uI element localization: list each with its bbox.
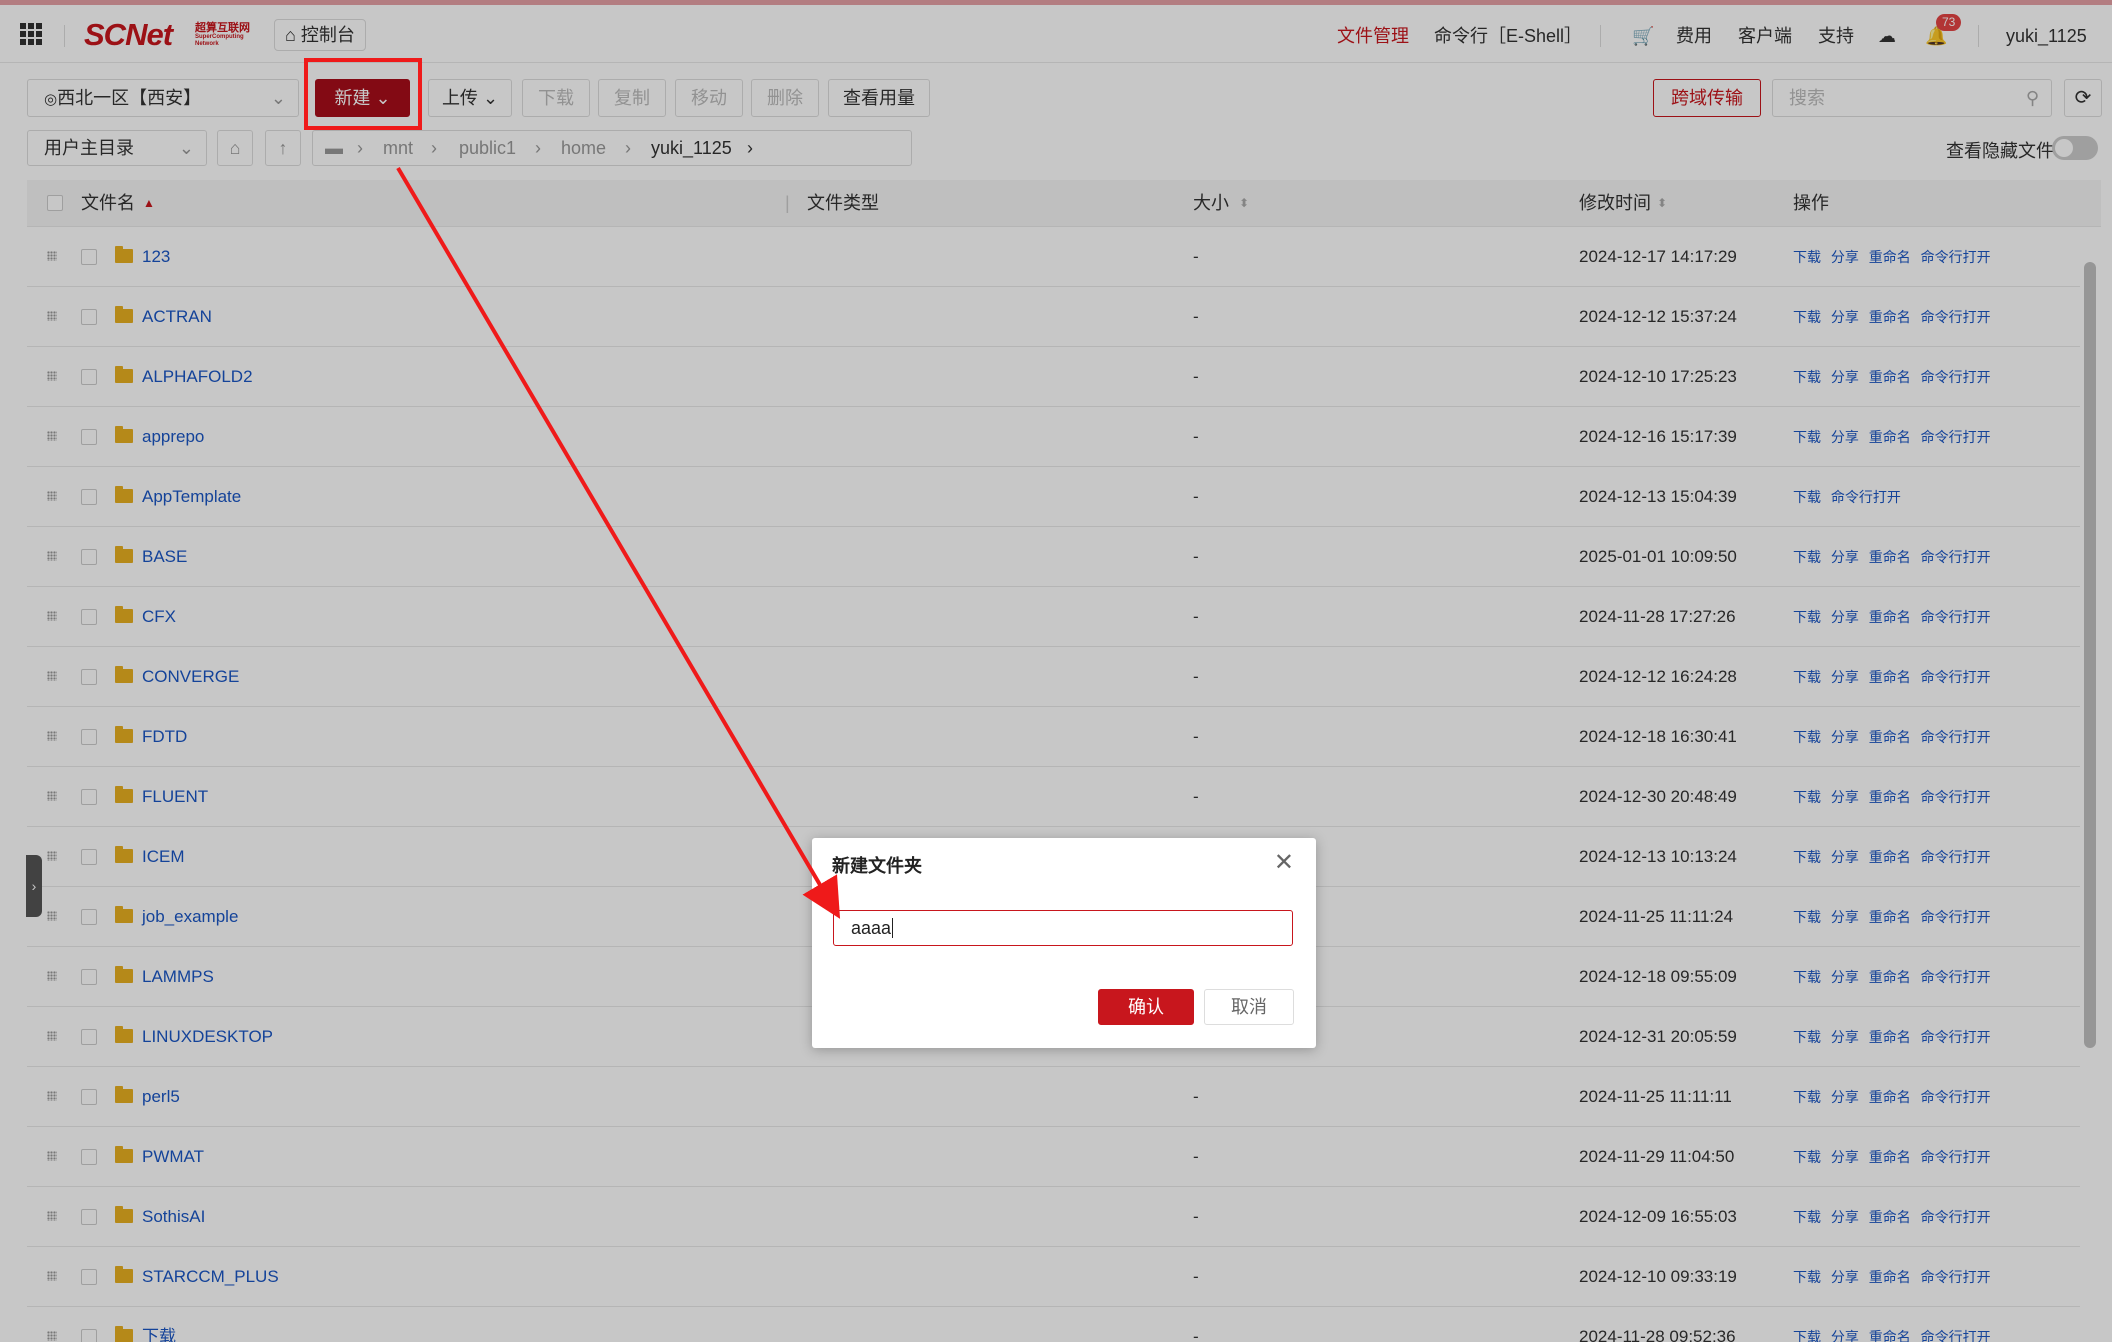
dialog-title: 新建文件夹	[832, 856, 922, 876]
annotation-highlight-box	[304, 58, 422, 130]
folder-name-input[interactable]: aaaa	[833, 910, 1293, 946]
new-folder-dialog: 新建文件夹 ✕ aaaa 确认 取消	[812, 838, 1316, 1048]
modal-overlay	[0, 0, 2112, 1342]
text-cursor	[892, 918, 894, 938]
confirm-button[interactable]: 确认	[1098, 989, 1194, 1025]
cancel-button[interactable]: 取消	[1204, 989, 1294, 1025]
close-icon[interactable]: ✕	[1274, 848, 1294, 877]
folder-name-value: aaaa	[851, 918, 892, 938]
